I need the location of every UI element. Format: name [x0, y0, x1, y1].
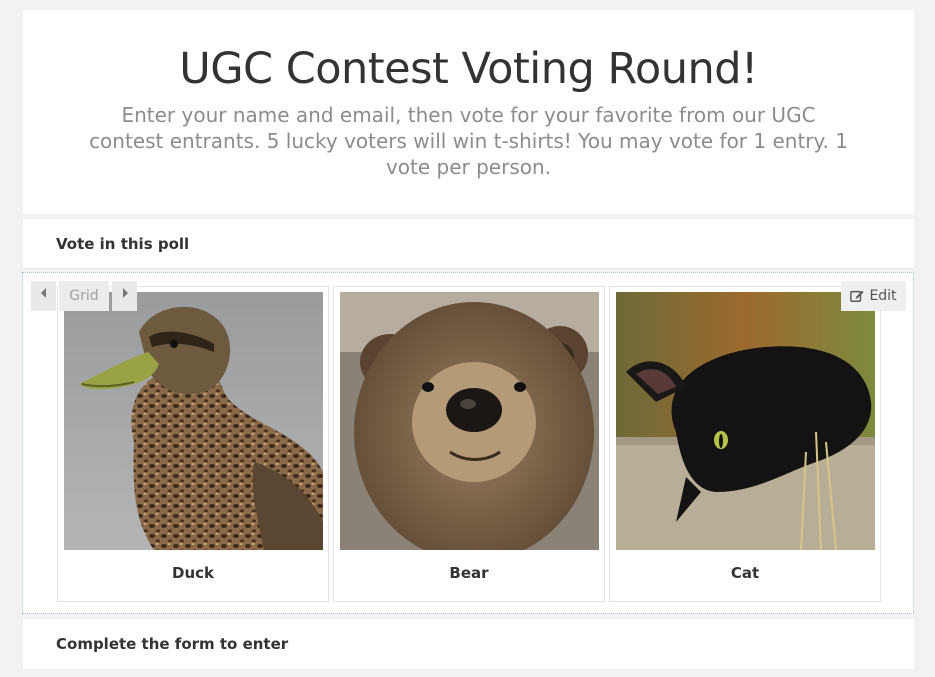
edit-label: Edit	[869, 288, 897, 304]
poll-entries-area: Grid Edit Duck Bear Cat	[22, 272, 914, 614]
bear-photo	[340, 292, 599, 550]
page-subtitle: Enter your name and email, then vote for…	[89, 103, 848, 179]
edit-icon	[850, 290, 864, 302]
caret-right-icon	[122, 288, 128, 298]
entry-card-cat[interactable]: Cat	[609, 286, 881, 602]
form-heading: Complete the form to enter	[56, 635, 289, 653]
entry-label-bear: Bear	[449, 564, 489, 582]
page-title: UGC Contest Voting Round!	[179, 44, 758, 94]
entry-card-bear[interactable]: Bear	[333, 286, 605, 602]
next-layout-button[interactable]	[112, 281, 137, 311]
caret-left-icon	[40, 288, 46, 298]
header-card: UGC Contest Voting Round! Enter your nam…	[23, 10, 914, 214]
form-section-header: Complete the form to enter	[23, 619, 914, 669]
entry-card-duck[interactable]: Duck	[57, 286, 329, 602]
entry-label-cat: Cat	[730, 564, 760, 582]
layout-toolbar: Grid	[31, 281, 137, 311]
prev-layout-button[interactable]	[31, 281, 56, 311]
edit-button[interactable]: Edit	[841, 281, 906, 311]
poll-section-header: Vote in this poll	[23, 219, 914, 269]
entry-label-duck: Duck	[172, 564, 214, 582]
cat-photo	[616, 292, 875, 550]
poll-heading: Vote in this poll	[56, 235, 190, 253]
entry-grid: Duck Bear Cat	[57, 286, 885, 602]
grid-layout-button[interactable]: Grid	[59, 281, 109, 311]
duck-photo	[64, 292, 323, 550]
